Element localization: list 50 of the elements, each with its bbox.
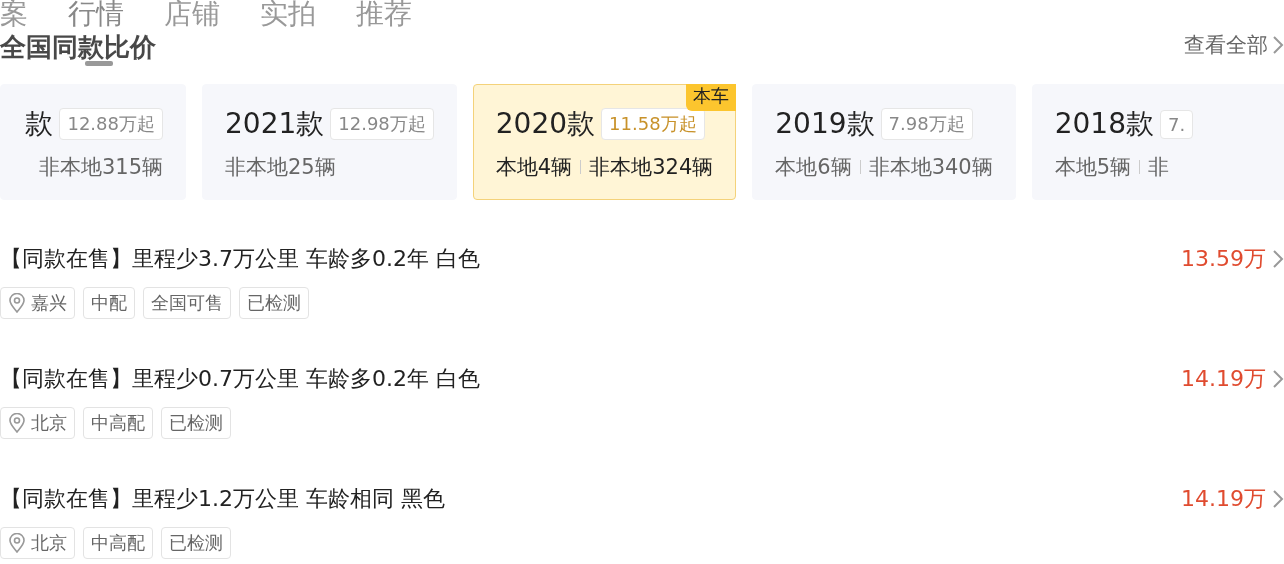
year-card[interactable]: 2018款 7. 本地5辆 非 xyxy=(1031,84,1284,200)
local-count: 本地6辆 xyxy=(775,154,852,181)
location-tag: 北京 xyxy=(0,527,75,559)
current-car-badge: 本车 xyxy=(686,84,737,111)
location-pin-icon xyxy=(8,533,26,553)
local-count: 本地5辆 xyxy=(1054,154,1132,181)
feature-tag: 中高配 xyxy=(83,527,153,559)
tab-underline xyxy=(85,61,113,66)
location-tag: 嘉兴 xyxy=(0,287,75,319)
year-label: 款 xyxy=(25,106,54,142)
view-all-link[interactable]: 查看全部 xyxy=(1184,31,1284,59)
listing-title[interactable]: 【同款在售】里程少0.7万公里 车龄多0.2年 白色 xyxy=(0,363,480,395)
price-tag: 12.88万起 xyxy=(59,108,163,140)
year-card[interactable]: 2021款 12.98万起 非本地25辆 xyxy=(202,84,457,200)
section-title: 全国同款比价 xyxy=(0,34,156,60)
location-pin-icon xyxy=(8,413,26,433)
year-card[interactable]: 本车 2020款 11.58万起 本地4辆 非本地324辆 xyxy=(472,84,737,200)
nonlocal-count: 非本地340辆 xyxy=(868,154,993,181)
nonlocal-count: 非本地315辆 xyxy=(38,154,163,181)
price-tag: 7.98万起 xyxy=(880,108,973,140)
local-count: 本地4辆 xyxy=(495,154,573,181)
price-tag: 7. xyxy=(1160,109,1194,139)
chevron-icon xyxy=(1272,489,1284,509)
year-label: 2019款 xyxy=(775,106,875,142)
nonlocal-count: 非 xyxy=(1148,154,1170,181)
feature-tag: 中高配 xyxy=(83,407,153,439)
year-label: 2018款 xyxy=(1054,106,1154,142)
chevron-icon xyxy=(1272,249,1284,269)
feature-tag: 已检测 xyxy=(161,527,231,559)
feature-tag: 全国可售 xyxy=(143,287,231,319)
feature-tag: 已检测 xyxy=(161,407,231,439)
nonlocal-count: 非本地25辆 xyxy=(225,154,336,181)
feature-tag: 已检测 xyxy=(239,287,309,319)
listing-price: 13.59万 xyxy=(1181,245,1266,273)
year-label: 2020款 xyxy=(495,106,596,142)
listing-price: 14.19万 xyxy=(1181,485,1266,513)
year-label: 2021款 xyxy=(225,106,325,142)
chevron-icon xyxy=(1272,369,1284,389)
nonlocal-count: 非本地324辆 xyxy=(589,154,714,181)
listing-title[interactable]: 【同款在售】里程少1.2万公里 车龄相同 黑色 xyxy=(0,483,445,515)
listing-price: 14.19万 xyxy=(1181,365,1266,393)
feature-tag: 中配 xyxy=(83,287,135,319)
price-tag: 11.58万起 xyxy=(601,108,705,140)
year-card[interactable]: 2019款 7.98万起 本地6辆 非本地340辆 xyxy=(752,84,1016,200)
year-card[interactable]: 款 12.88万起 非本地315辆 xyxy=(0,84,186,200)
price-tag: 12.98万起 xyxy=(330,108,434,140)
listing-title[interactable]: 【同款在售】里程少3.7万公里 车龄多0.2年 白色 xyxy=(0,243,480,275)
chevron-icon xyxy=(1272,35,1284,55)
location-tag: 北京 xyxy=(0,407,75,439)
location-pin-icon xyxy=(8,293,26,313)
